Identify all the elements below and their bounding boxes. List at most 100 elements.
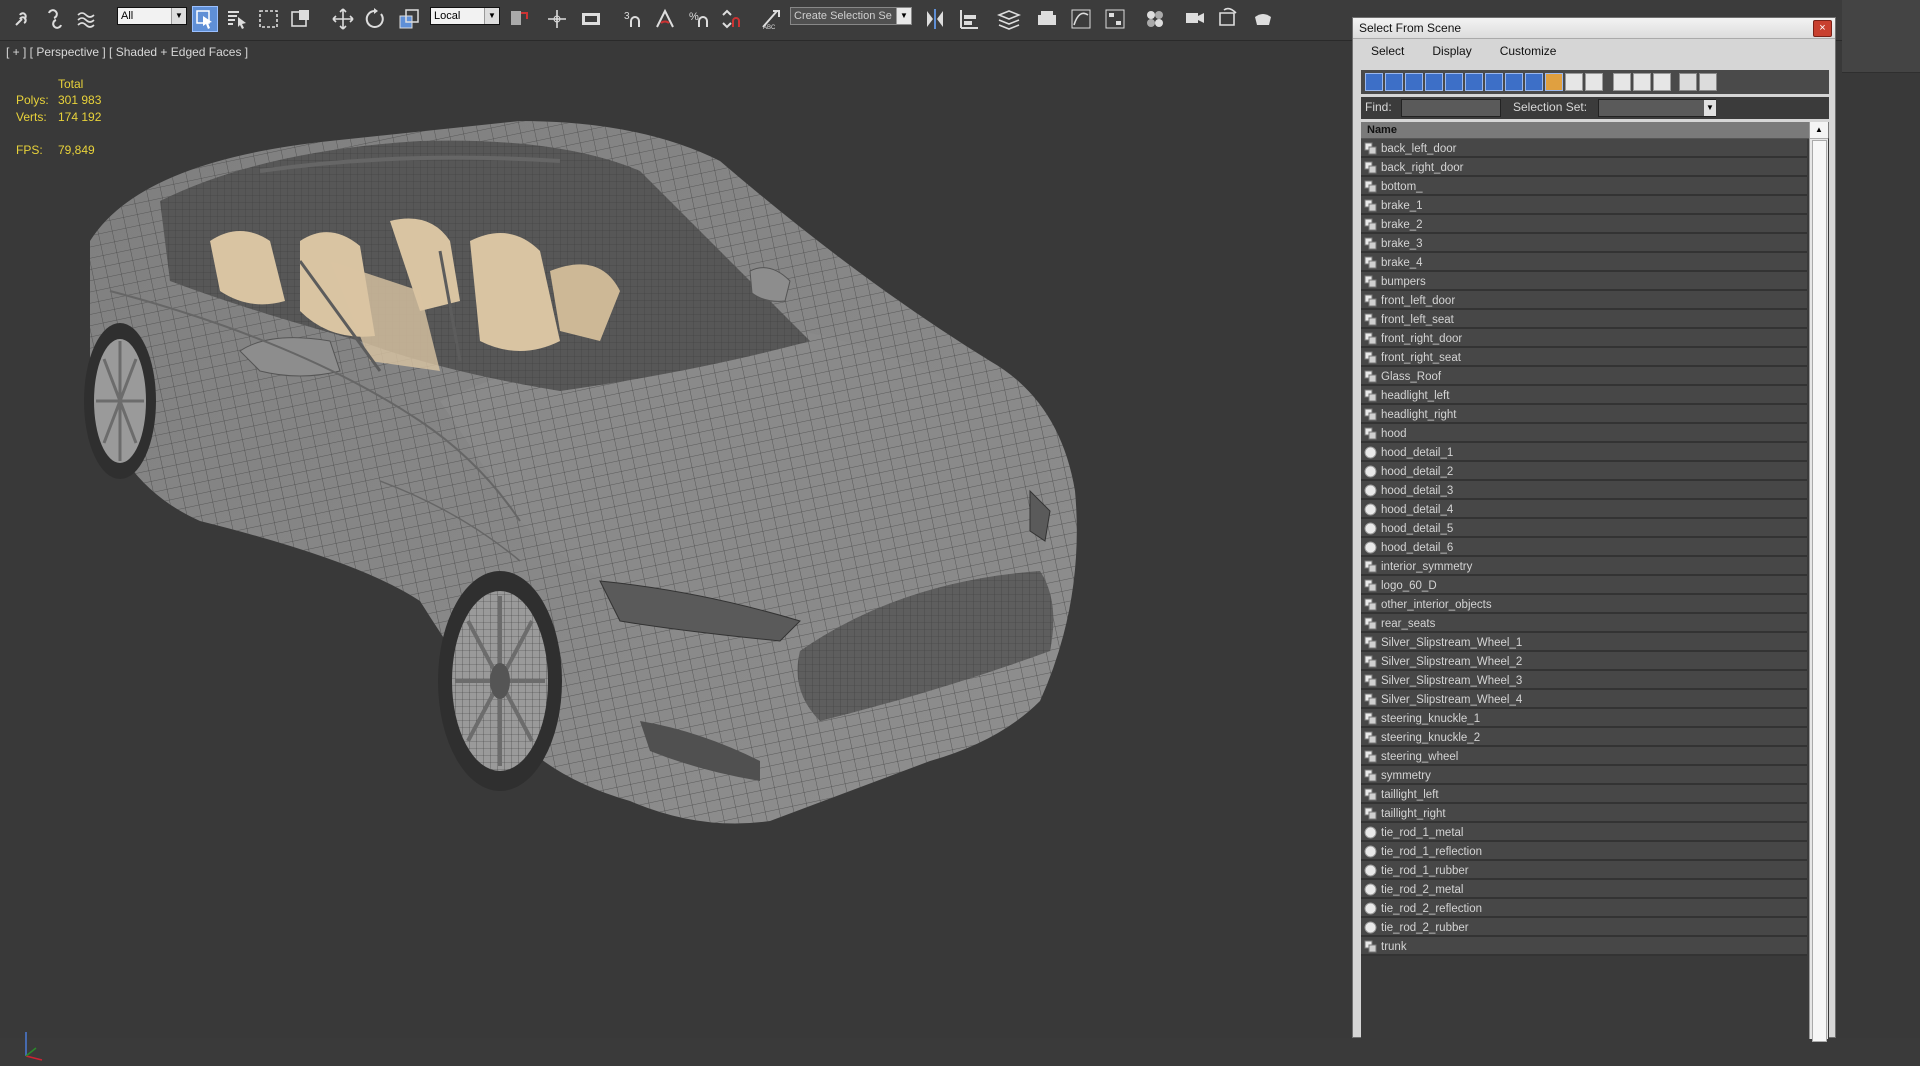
list-item[interactable]: interior_symmetry — [1361, 557, 1807, 576]
display-geometry-icon[interactable] — [1365, 73, 1383, 91]
list-item[interactable]: Glass_Roof — [1361, 367, 1807, 386]
list-item[interactable]: brake_1 — [1361, 196, 1807, 215]
display-bones-icon[interactable] — [1525, 73, 1543, 91]
list-item[interactable]: tie_rod_1_metal — [1361, 823, 1807, 842]
schematic-view-icon[interactable] — [1102, 6, 1128, 32]
list-item[interactable]: hood_detail_1 — [1361, 443, 1807, 462]
display-groups-icon[interactable] — [1485, 73, 1503, 91]
list-item[interactable]: Silver_Slipstream_Wheel_3 — [1361, 671, 1807, 690]
list-item[interactable]: taillight_left — [1361, 785, 1807, 804]
move-icon[interactable] — [330, 6, 356, 32]
display-helpers-icon[interactable] — [1445, 73, 1463, 91]
link-icon[interactable] — [10, 6, 36, 32]
display-spacewarps-icon[interactable] — [1465, 73, 1483, 91]
display-hidden-icon[interactable] — [1585, 73, 1603, 91]
snaps-toggle-icon[interactable]: 3 — [620, 6, 646, 32]
list-item[interactable]: headlight_left — [1361, 386, 1807, 405]
list-item[interactable]: front_left_seat — [1361, 310, 1807, 329]
list-item[interactable]: symmetry — [1361, 766, 1807, 785]
layer-explorer-icon[interactable] — [996, 6, 1022, 32]
curve-editor-icon[interactable] — [1068, 6, 1094, 32]
material-editor-icon[interactable] — [1142, 6, 1168, 32]
list-item[interactable]: Silver_Slipstream_Wheel_4 — [1361, 690, 1807, 709]
window-crossing-icon[interactable] — [288, 6, 314, 32]
list-item[interactable]: brake_4 — [1361, 253, 1807, 272]
select-none-icon[interactable] — [1633, 73, 1651, 91]
reference-coordinate-dropdown[interactable]: Local ▼ — [430, 7, 500, 25]
display-cameras-icon[interactable] — [1425, 73, 1443, 91]
find-input[interactable] — [1401, 99, 1501, 117]
keyboard-shortcut-override-icon[interactable] — [578, 6, 604, 32]
list-item[interactable]: tie_rod_2_rubber — [1361, 918, 1807, 937]
list-item[interactable]: taillight_right — [1361, 804, 1807, 823]
mirror-icon[interactable] — [922, 6, 948, 32]
list-item[interactable]: other_interior_objects — [1361, 595, 1807, 614]
list-item[interactable]: Silver_Slipstream_Wheel_2 — [1361, 652, 1807, 671]
list-item[interactable]: steering_knuckle_2 — [1361, 728, 1807, 747]
named-selection-set-dropdown[interactable]: Create Selection Se ▼ — [790, 7, 912, 25]
scroll-up-icon[interactable]: ▲ — [1810, 122, 1828, 139]
selection-filter-dropdown[interactable]: All ▼ — [117, 7, 187, 25]
column-header-name[interactable]: Name — [1361, 122, 1829, 139]
rendered-frame-window-icon[interactable] — [1216, 6, 1242, 32]
filter-icon[interactable] — [1679, 73, 1697, 91]
menu-customize[interactable]: Customize — [1490, 39, 1567, 63]
display-lights-icon[interactable] — [1405, 73, 1423, 91]
close-button[interactable]: × — [1813, 20, 1832, 37]
list-item[interactable]: Silver_Slipstream_Wheel_1 — [1361, 633, 1807, 652]
align-icon[interactable] — [956, 6, 982, 32]
list-item[interactable]: front_right_seat — [1361, 348, 1807, 367]
menu-display[interactable]: Display — [1422, 39, 1481, 63]
select-object-icon[interactable] — [192, 6, 218, 32]
list-item[interactable]: headlight_right — [1361, 405, 1807, 424]
list-item[interactable]: brake_3 — [1361, 234, 1807, 253]
display-frozen-icon[interactable] — [1565, 73, 1583, 91]
list-item[interactable]: tie_rod_2_metal — [1361, 880, 1807, 899]
list-item[interactable]: hood — [1361, 424, 1807, 443]
rotate-icon[interactable] — [362, 6, 388, 32]
list-item[interactable]: hood_detail_4 — [1361, 500, 1807, 519]
list-item[interactable]: tie_rod_2_reflection — [1361, 899, 1807, 918]
list-item[interactable]: steering_wheel — [1361, 747, 1807, 766]
percent-snap-icon[interactable]: % — [686, 6, 712, 32]
list-item[interactable]: rear_seats — [1361, 614, 1807, 633]
edit-named-selection-icon[interactable]: ABC — [758, 6, 784, 32]
list-item[interactable]: trunk — [1361, 937, 1807, 956]
list-item[interactable]: brake_2 — [1361, 215, 1807, 234]
list-item[interactable]: hood_detail_2 — [1361, 462, 1807, 481]
rectangular-selection-icon[interactable] — [256, 6, 282, 32]
list-item[interactable]: logo_60_D — [1361, 576, 1807, 595]
list-item[interactable]: front_right_door — [1361, 329, 1807, 348]
list-item[interactable]: tie_rod_1_reflection — [1361, 842, 1807, 861]
spinner-snap-icon[interactable] — [718, 6, 744, 32]
display-containers-icon[interactable] — [1545, 73, 1563, 91]
scrollbar[interactable]: ▲ — [1809, 122, 1828, 1042]
list-item[interactable]: back_left_door — [1361, 139, 1807, 158]
list-item[interactable]: bottom_ — [1361, 177, 1807, 196]
pivot-center-icon[interactable] — [506, 6, 532, 32]
list-item[interactable]: hood_detail_5 — [1361, 519, 1807, 538]
car-wireframe-model[interactable] — [0, 41, 1352, 1038]
select-all-icon[interactable] — [1613, 73, 1631, 91]
angle-snap-icon[interactable] — [652, 6, 678, 32]
list-item[interactable]: hood_detail_3 — [1361, 481, 1807, 500]
scrollbar-thumb[interactable] — [1812, 140, 1827, 1042]
menu-select[interactable]: Select — [1361, 39, 1414, 63]
list-item[interactable]: front_left_door — [1361, 291, 1807, 310]
list-item[interactable]: tie_rod_1_rubber — [1361, 861, 1807, 880]
dialog-titlebar[interactable]: Select From Scene × — [1353, 18, 1835, 39]
toggle-ribbon-icon[interactable] — [1034, 6, 1060, 32]
unlink-icon[interactable] — [42, 6, 68, 32]
list-item[interactable]: bumpers — [1361, 272, 1807, 291]
display-xrefs-icon[interactable] — [1505, 73, 1523, 91]
render-setup-icon[interactable] — [1182, 6, 1208, 32]
select-manipulate-icon[interactable] — [544, 6, 570, 32]
display-shapes-icon[interactable] — [1385, 73, 1403, 91]
list-item[interactable]: back_right_door — [1361, 158, 1807, 177]
render-production-icon[interactable] — [1250, 6, 1276, 32]
scale-icon[interactable] — [396, 6, 422, 32]
chevron-down-icon[interactable]: ▼ — [1704, 100, 1716, 116]
filter-options-icon[interactable] — [1699, 73, 1717, 91]
selection-set-dropdown[interactable] — [1598, 99, 1716, 117]
list-item[interactable]: steering_knuckle_1 — [1361, 709, 1807, 728]
